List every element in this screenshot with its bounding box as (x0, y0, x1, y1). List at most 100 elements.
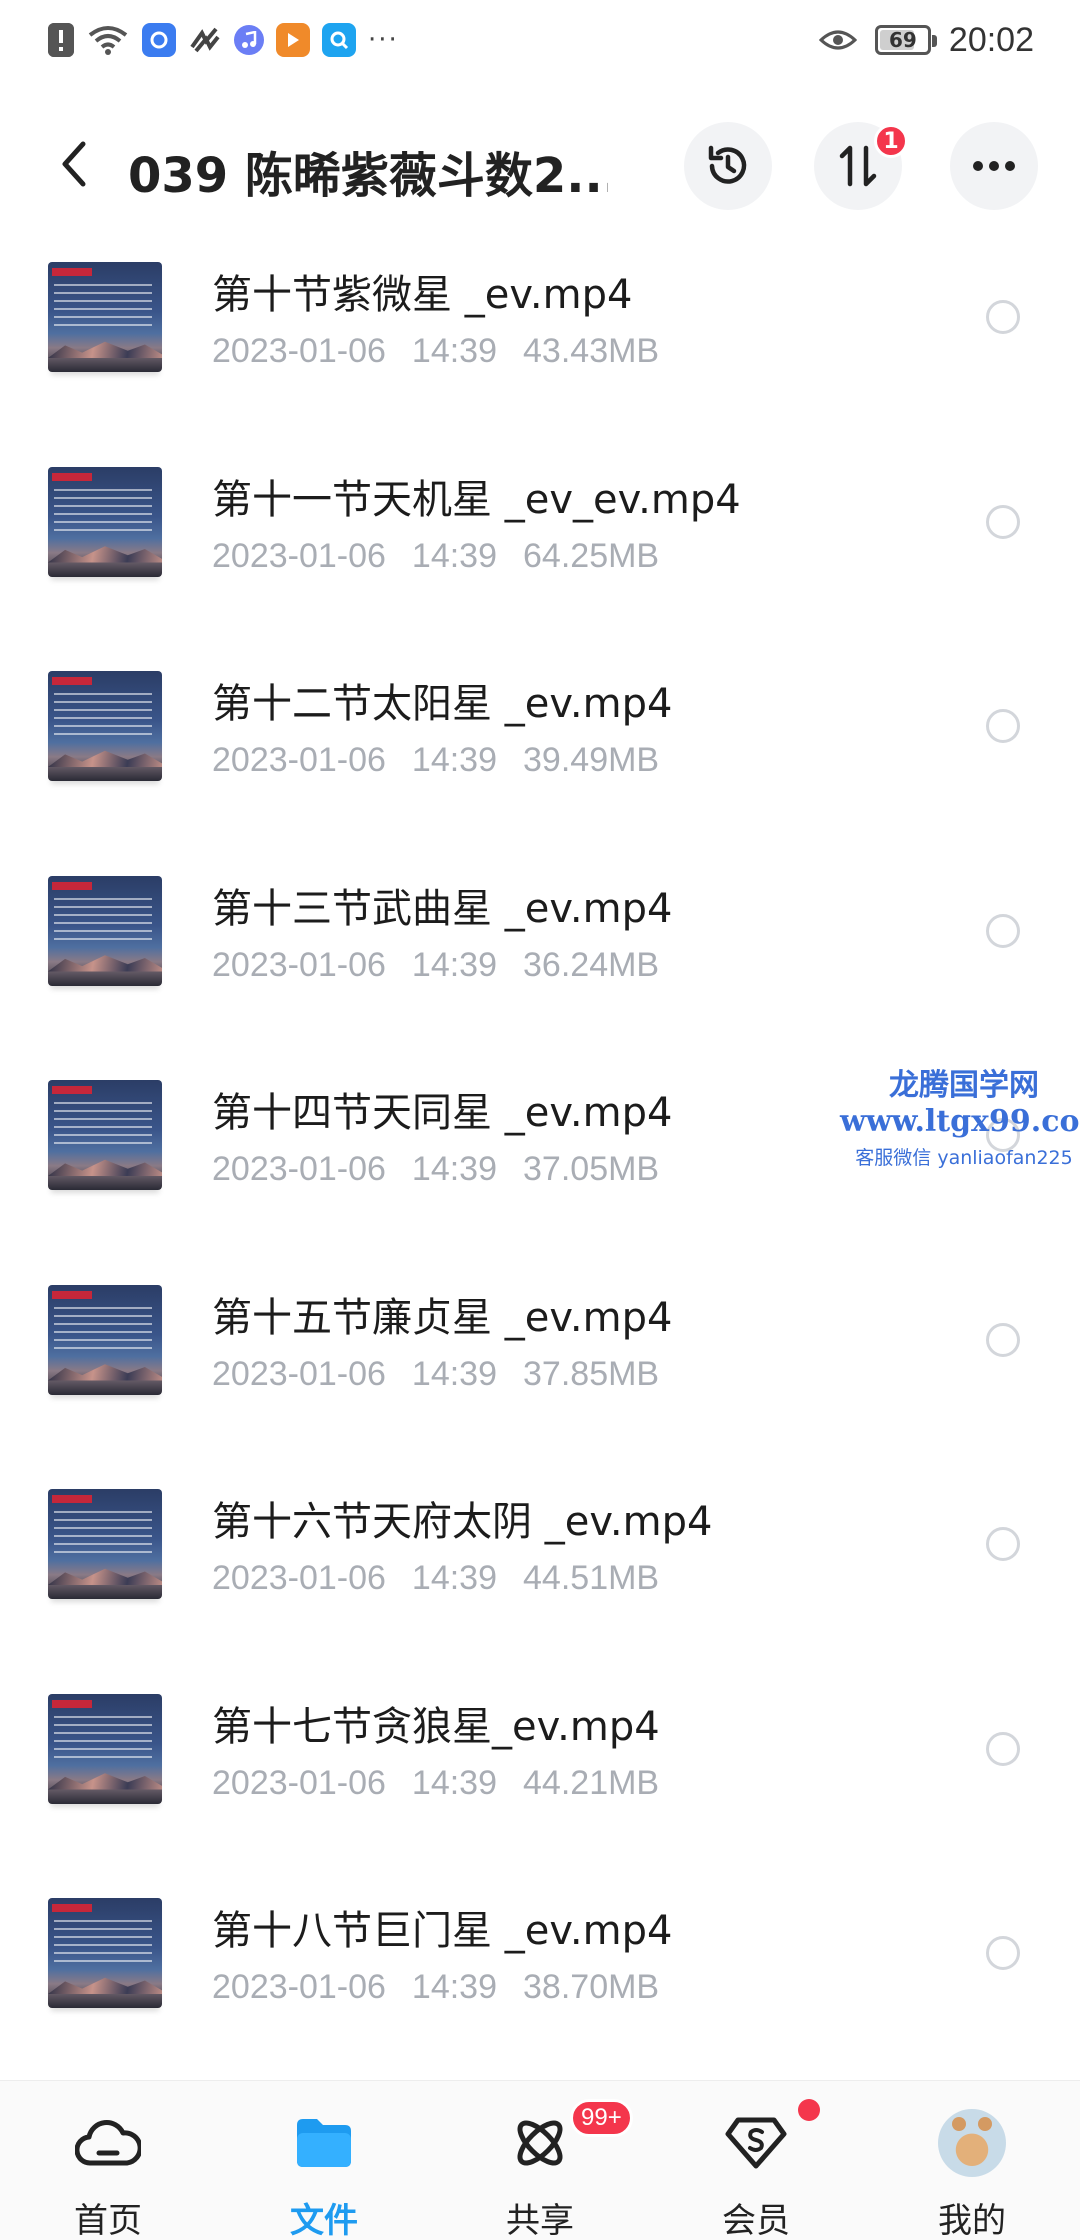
file-time: 14:39 (411, 332, 498, 370)
file-row[interactable]: 第十二节太阳星 _ev.mp4 2023-01-06 14:39 39.49MB (0, 649, 1080, 854)
file-date: 2023-01-06 (212, 1150, 386, 1188)
file-time: 14:39 (411, 1354, 498, 1393)
file-list: 第十节紫微星 _ev.mp4 2023-01-06 14:39 43.43MB 第十… (0, 240, 1080, 2081)
battery-level: 69 (888, 28, 917, 52)
nav-item-share[interactable]: 99+ 共享 (432, 2081, 648, 2240)
video-thumbnail (48, 1693, 162, 1804)
select-radio[interactable] (986, 300, 1020, 334)
file-time: 14:39 (411, 1763, 498, 1802)
file-meta: 2023-01-06 14:39 38.70MB (212, 1968, 685, 2007)
file-date: 2023-01-06 (212, 741, 386, 779)
more-dots-icon (973, 161, 1015, 171)
status-bar: ··· 69 20:02 (0, 0, 1080, 80)
history-button[interactable] (684, 122, 772, 210)
search-app-icon (322, 23, 356, 57)
video-thumbnail (48, 671, 162, 781)
nav-item-files[interactable]: 文件 (216, 2081, 432, 2240)
file-size: 39.49MB (523, 741, 660, 779)
back-button[interactable] (46, 136, 102, 192)
folder-icon (290, 2109, 358, 2177)
eye-comfort-icon (818, 30, 857, 50)
status-icons-left: ··· (48, 18, 399, 62)
more-options-button[interactable] (950, 122, 1038, 210)
nav-item-home[interactable]: 首页 (0, 2081, 216, 2240)
file-date: 2023-01-06 (212, 945, 386, 984)
file-time: 14:39 (411, 741, 498, 779)
nav-item-vip[interactable]: 会员 (648, 2081, 864, 2240)
file-name: 第十二节太阳星 _ev.mp4 (212, 681, 673, 727)
app-icon (188, 23, 222, 57)
video-thumbnail (48, 1080, 162, 1190)
video-thumbnail (48, 1489, 162, 1599)
file-meta: 2023-01-06 14:39 37.85MB (212, 1355, 685, 1394)
alert-icon (48, 23, 74, 57)
select-radio[interactable] (986, 1527, 1020, 1561)
file-row[interactable]: 第十八节巨门星 _ev.mp4 2023-01-06 14:39 38.70MB (0, 1876, 1080, 2081)
file-size: 44.51MB (523, 1559, 660, 1597)
video-thumbnail (48, 262, 162, 372)
file-row[interactable]: 第十三节武曲星 _ev.mp4 2023-01-06 14:39 36.24MB (0, 854, 1080, 1059)
file-size: 38.70MB (523, 1968, 660, 2006)
file-meta: 2023-01-06 14:39 39.49MB (212, 741, 685, 780)
transfer-button[interactable]: 1 (814, 122, 908, 210)
file-size: 36.24MB (523, 945, 660, 984)
file-time: 14:39 (411, 1559, 498, 1597)
select-radio[interactable] (986, 1118, 1020, 1152)
nav-label: 会员 (722, 2201, 790, 2240)
file-name: 第十五节廉贞星 _ev.mp4 (212, 1294, 673, 1341)
file-meta: 2023-01-06 14:39 36.24MB (212, 946, 685, 985)
file-size: 43.43MB (523, 332, 660, 370)
select-radio[interactable] (986, 913, 1020, 948)
nav-label: 文件 (290, 2201, 358, 2240)
file-row[interactable]: 第十一节天机星 _ev_ev.mp4 2023-01-06 14:39 64.25M… (0, 445, 1080, 650)
select-radio[interactable] (986, 709, 1020, 743)
share-count-badge: 99+ (570, 2099, 633, 2137)
file-row[interactable]: 第十节紫微星 _ev.mp4 2023-01-06 14:39 43.43MB (0, 240, 1080, 445)
video-thumbnail (48, 875, 162, 986)
file-meta: 2023-01-06 14:39 64.25MB (212, 537, 685, 576)
file-size: 64.25MB (523, 536, 660, 575)
video-thumbnail (48, 466, 162, 577)
file-date: 2023-01-06 (212, 1763, 386, 1802)
file-size: 44.21MB (523, 1763, 660, 1802)
file-name: 第十八节巨门星 _ev.mp4 (212, 1908, 673, 1954)
nav-label: 共享 (506, 2201, 574, 2240)
file-meta: 2023-01-06 14:39 44.21MB (212, 1764, 685, 1803)
file-row[interactable]: 第十七节贪狼星_ev.mp4 2023-01-06 14:39 44.21MB (0, 1672, 1080, 1877)
select-radio[interactable] (986, 1936, 1020, 1970)
file-size: 37.85MB (523, 1354, 660, 1393)
video-icon (276, 23, 310, 57)
file-name: 第十七节贪狼星_ev.mp4 (212, 1703, 660, 1750)
file-name: 第十节紫微星 _ev.mp4 (212, 272, 633, 318)
file-size: 37.05MB (523, 1150, 660, 1188)
file-date: 2023-01-06 (212, 1559, 386, 1597)
file-time: 14:39 (411, 1150, 498, 1188)
file-name: 第十三节武曲星 _ev.mp4 (212, 885, 673, 932)
file-meta: 2023-01-06 14:39 43.43MB (212, 332, 685, 371)
file-row[interactable]: 第十五节廉贞星 _ev.mp4 2023-01-06 14:39 37.85MB (0, 1263, 1080, 1468)
nav-item-me[interactable]: 我的 (864, 2081, 1080, 2240)
select-radio[interactable] (986, 504, 1020, 539)
clock: 20:02 (948, 20, 1034, 59)
file-row[interactable]: 第十四节天同星 _ev.mp4 2023-01-06 14:39 37.05MB (0, 1058, 1080, 1263)
vip-notification-dot (798, 2099, 820, 2121)
video-thumbnail (48, 1898, 162, 2008)
file-date: 2023-01-06 (212, 332, 386, 370)
transfer-icon (839, 145, 877, 187)
select-radio[interactable] (986, 1731, 1020, 1766)
file-time: 14:39 (411, 1968, 498, 2006)
file-name: 第十四节天同星 _ev.mp4 (212, 1090, 673, 1136)
file-date: 2023-01-06 (212, 536, 386, 575)
status-icons-right: 69 20:02 (818, 18, 1034, 62)
home-cloud-icon (74, 2109, 142, 2177)
transfer-count-badge: 1 (874, 124, 908, 158)
select-radio[interactable] (986, 1322, 1020, 1357)
file-name: 第十六节天府太阴 _ev.mp4 (212, 1499, 713, 1545)
bottom-nav: 首页 文件 99+ 共享 会员 我的 (0, 2080, 1080, 2240)
share-atom-icon (506, 2109, 574, 2177)
file-row[interactable]: 第十六节天府太阴 _ev.mp4 2023-01-06 14:39 44.51MB (0, 1467, 1080, 1672)
vip-diamond-icon (722, 2109, 790, 2177)
file-date: 2023-01-06 (212, 1968, 386, 2006)
app-icon (142, 23, 176, 57)
back-arrow-icon (62, 141, 86, 187)
